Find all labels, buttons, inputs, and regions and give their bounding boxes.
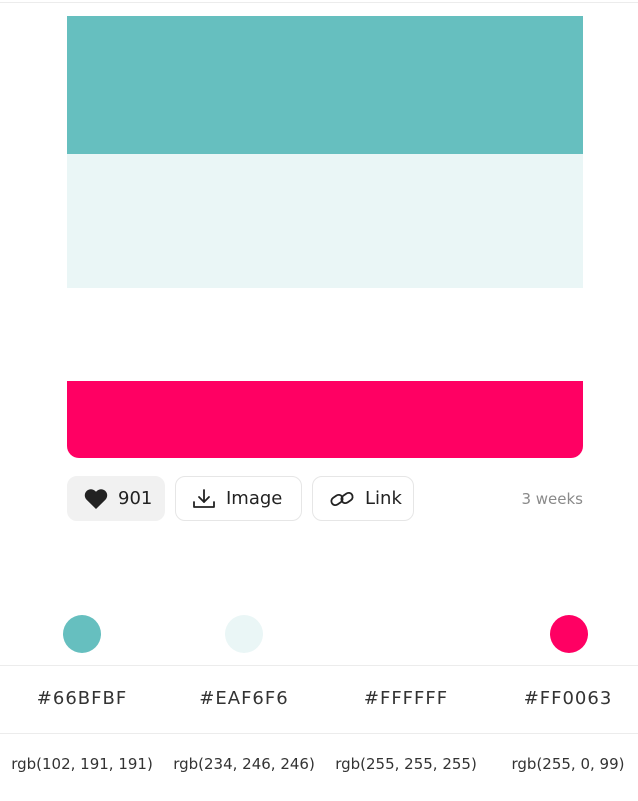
- palette-swatch-2[interactable]: [67, 154, 583, 288]
- color-dots: [0, 615, 638, 653]
- divider: [0, 665, 638, 666]
- hex-values-row: #66BFBF #EAF6F6 #FFFFFF #FF0063: [0, 688, 638, 712]
- like-button[interactable]: 901: [67, 476, 165, 521]
- hex-value[interactable]: #EAF6F6: [164, 688, 324, 709]
- color-dot-3[interactable]: [388, 615, 426, 653]
- like-count: 901: [118, 488, 153, 509]
- copy-link-button[interactable]: Link: [312, 476, 414, 521]
- palette-swatch-1[interactable]: [67, 16, 583, 154]
- palette-actions: 901 Image Link 3 weeks: [67, 476, 583, 523]
- top-divider: [0, 2, 638, 3]
- link-icon: [330, 491, 354, 506]
- color-dot-2[interactable]: [225, 615, 263, 653]
- rgb-value[interactable]: rgb(234, 246, 246): [164, 755, 324, 773]
- download-icon: [193, 488, 215, 508]
- download-image-button[interactable]: Image: [175, 476, 302, 521]
- link-label: Link: [365, 488, 402, 509]
- image-label: Image: [226, 488, 283, 509]
- rgb-value[interactable]: rgb(255, 255, 255): [326, 755, 486, 773]
- hex-value[interactable]: #FFFFFF: [326, 688, 486, 709]
- color-dot-1[interactable]: [63, 615, 101, 653]
- palette-swatch-4[interactable]: [67, 381, 583, 458]
- hex-value[interactable]: #FF0063: [488, 688, 638, 709]
- palette-age: 3 weeks: [521, 490, 583, 508]
- heart-icon: [84, 488, 108, 509]
- hex-value[interactable]: #66BFBF: [2, 688, 162, 709]
- color-dot-4[interactable]: [550, 615, 588, 653]
- rgb-value[interactable]: rgb(255, 0, 99): [488, 755, 638, 773]
- palette-preview[interactable]: [67, 16, 583, 458]
- rgb-value[interactable]: rgb(102, 191, 191): [2, 755, 162, 773]
- divider: [0, 733, 638, 734]
- palette-swatch-3[interactable]: [67, 288, 583, 381]
- rgb-values-row: rgb(102, 191, 191) rgb(234, 246, 246) rg…: [0, 755, 638, 777]
